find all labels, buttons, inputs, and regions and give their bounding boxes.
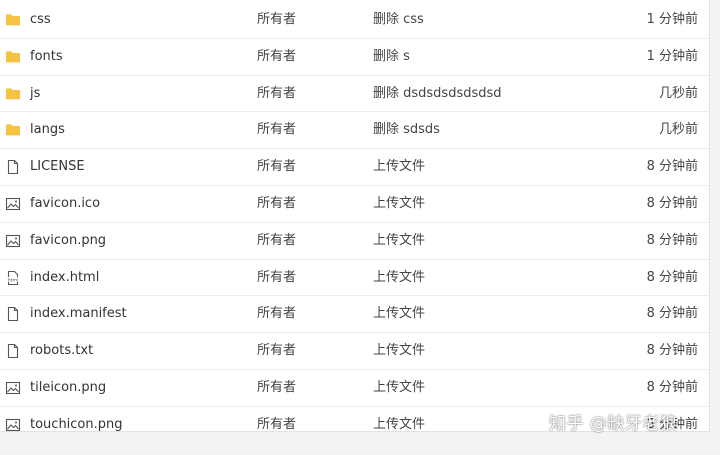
file-row[interactable]: favicon.ico 所有者 上传文件 8 分钟前 bbox=[0, 186, 709, 223]
file-name-link[interactable]: tileicon.png bbox=[30, 370, 106, 406]
file-row[interactable]: html index.html 所有者 上传文件 8 分钟前 bbox=[0, 260, 709, 297]
commit-message: 上传文件 bbox=[373, 269, 426, 285]
folder-icon bbox=[5, 49, 21, 65]
watermark: 知乎 @缺牙老狼 bbox=[549, 414, 678, 434]
commit-time: 几秒前 bbox=[658, 85, 698, 101]
owner-label: 所有者 bbox=[257, 195, 297, 211]
commit-message: 删除 s bbox=[373, 48, 410, 64]
owner-label: 所有者 bbox=[257, 416, 297, 432]
file-icon bbox=[5, 343, 21, 359]
owner-label: 所有者 bbox=[257, 306, 297, 322]
owner-label: 所有者 bbox=[257, 48, 297, 64]
commit-message: 删除 sdsds bbox=[373, 122, 440, 138]
html-file-icon: html bbox=[5, 270, 21, 286]
file-name-link[interactable]: index.html bbox=[30, 260, 99, 296]
file-row[interactable]: fonts 所有者 删除 s 1 分钟前 bbox=[0, 39, 709, 76]
file-icon bbox=[5, 159, 21, 175]
commit-message: 上传文件 bbox=[373, 159, 426, 175]
commit-time: 8 分钟前 bbox=[646, 195, 698, 211]
file-row[interactable]: tileicon.png 所有者 上传文件 8 分钟前 bbox=[0, 370, 709, 407]
commit-time: 8 分钟前 bbox=[646, 269, 698, 285]
commit-message: 上传文件 bbox=[373, 416, 426, 432]
file-name-link[interactable]: css bbox=[30, 2, 51, 38]
file-name-link[interactable]: LICENSE bbox=[30, 149, 85, 185]
commit-time: 8 分钟前 bbox=[646, 343, 698, 359]
owner-label: 所有者 bbox=[257, 232, 297, 248]
file-name-link[interactable]: touchicon.png bbox=[30, 407, 123, 443]
folder-icon bbox=[5, 122, 21, 138]
commit-message: 删除 css bbox=[373, 12, 424, 27]
commit-message: 上传文件 bbox=[373, 232, 426, 248]
folder-icon bbox=[5, 12, 21, 28]
commit-message: 上传文件 bbox=[373, 343, 426, 359]
file-name-link[interactable]: index.manifest bbox=[30, 296, 127, 332]
folder-icon bbox=[5, 86, 21, 102]
file-name-link[interactable]: js bbox=[30, 76, 40, 112]
file-name-link[interactable]: robots.txt bbox=[30, 333, 93, 369]
svg-text:html: html bbox=[8, 277, 18, 283]
file-row[interactable]: css 所有者 删除 css 1 分钟前 bbox=[0, 2, 709, 39]
owner-label: 所有者 bbox=[257, 269, 297, 285]
file-icon bbox=[5, 306, 21, 322]
file-name-link[interactable]: favicon.png bbox=[30, 223, 106, 259]
commit-message: 删除 dsdsdsdsdsdsd bbox=[373, 85, 502, 101]
file-row[interactable]: js 所有者 删除 dsdsdsdsdsdsd 几秒前 bbox=[0, 76, 709, 113]
owner-label: 所有者 bbox=[257, 159, 297, 175]
owner-label: 所有者 bbox=[257, 379, 297, 395]
image-file-icon bbox=[5, 196, 21, 212]
commit-message: 上传文件 bbox=[373, 195, 426, 211]
file-list: css 所有者 删除 css 1 分钟前 fonts 所有者 删除 s1 分钟前 js 所有者删… bbox=[0, 2, 709, 443]
commit-time: 8 分钟前 bbox=[646, 306, 698, 322]
commit-time: 几秒前 bbox=[658, 122, 698, 138]
commit-time: 8 分钟前 bbox=[646, 379, 698, 395]
commit-time: 1 分钟前 bbox=[646, 12, 698, 27]
commit-time: 8 分钟前 bbox=[646, 232, 698, 248]
file-row[interactable]: langs 所有者 删除 sdsds 几秒前 bbox=[0, 112, 709, 150]
file-row[interactable]: robots.txt 所有者 上传文件 8 分钟前 bbox=[0, 333, 709, 370]
owner-label: 所有者 bbox=[257, 122, 297, 138]
commit-time: 1 分钟前 bbox=[646, 48, 698, 64]
file-row[interactable]: LICENSE 所有者 上传文件 8 分钟前 bbox=[0, 149, 709, 186]
owner-label: 所有者 bbox=[257, 85, 297, 101]
commit-message: 上传文件 bbox=[373, 306, 426, 322]
file-name-link[interactable]: fonts bbox=[30, 39, 63, 75]
image-file-icon bbox=[5, 233, 21, 249]
image-file-icon bbox=[5, 417, 21, 433]
file-name-link[interactable]: favicon.ico bbox=[30, 186, 100, 222]
owner-label: 所有者 bbox=[257, 12, 297, 27]
image-file-icon bbox=[5, 380, 21, 396]
file-list-panel: css 所有者 删除 css 1 分钟前 fonts 所有者 删除 s1 分钟前 js 所有者删… bbox=[0, 0, 710, 432]
owner-label: 所有者 bbox=[257, 343, 297, 359]
file-row[interactable]: favicon.png 所有者 上传文件 8 分钟前 bbox=[0, 223, 709, 260]
commit-message: 上传文件 bbox=[373, 379, 426, 395]
file-name-link[interactable]: langs bbox=[30, 112, 65, 148]
file-row[interactable]: index.manifest 所有者 上传文件 8 分钟前 bbox=[0, 296, 709, 334]
commit-time: 8 分钟前 bbox=[646, 159, 698, 175]
